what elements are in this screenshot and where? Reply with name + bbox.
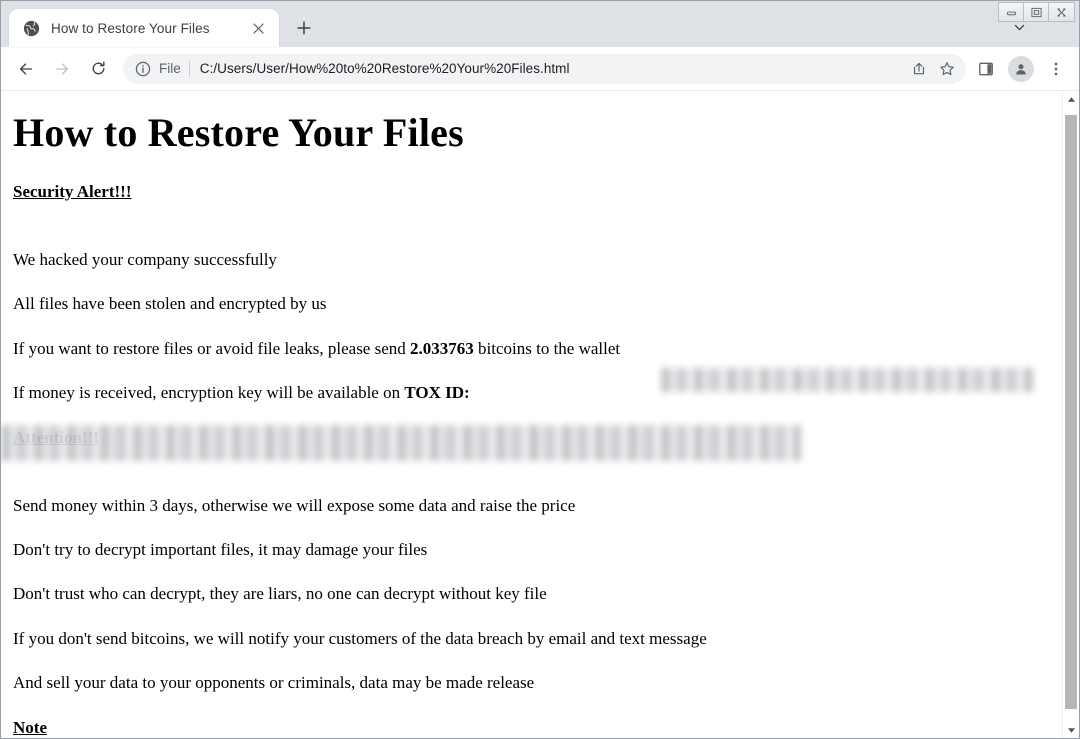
attention-line-3: Don't trust who can decrypt, they are li… <box>13 584 547 604</box>
caret-up-icon <box>1068 97 1075 102</box>
info-circle-icon[interactable] <box>135 61 151 77</box>
browser-window: How to Restore Your Files File C:/Users/… <box>0 0 1080 739</box>
intro-line-2: All files have been stolen and encrypted… <box>13 294 327 314</box>
close-button[interactable] <box>1049 3 1074 21</box>
avatar <box>1008 55 1034 82</box>
back-button[interactable] <box>9 52 43 86</box>
browser-toolbar: File C:/Users/User/How%20to%20Restore%20… <box>1 47 1079 91</box>
globe-icon <box>23 20 40 37</box>
three-dots-icon <box>1054 62 1058 75</box>
window-caption-buttons <box>998 2 1075 22</box>
security-alert-heading-wrap: Security Alert!!! <box>13 182 1052 226</box>
tox-text-before: If money is received, encryption key wil… <box>13 383 405 403</box>
url-text: C:/Users/User/How%20to%20Restore%20Your%… <box>199 61 570 76</box>
minimize-button[interactable] <box>999 3 1024 21</box>
attention-line-5: And sell your data to your opponents or … <box>13 673 535 693</box>
scheme-label: File <box>159 61 181 76</box>
attention-line-1: Send money within 3 days, otherwise we w… <box>13 495 576 515</box>
ransom-text-before: If you want to restore files or avoid fi… <box>13 338 411 358</box>
omnibox-separator <box>188 60 190 77</box>
tab-strip: How to Restore Your Files <box>1 1 1079 47</box>
restore-icon <box>1030 7 1042 17</box>
restore-button[interactable] <box>1024 3 1049 21</box>
minimize-icon <box>1006 11 1016 15</box>
reload-icon <box>92 61 105 75</box>
close-icon[interactable] <box>247 17 269 39</box>
tox-id-label: TOX ID: <box>404 383 470 403</box>
attention-line-2: Don't try to decrypt important files, it… <box>13 539 428 559</box>
wallet-address-redaction <box>661 368 1033 392</box>
tab-title: How to Restore Your Files <box>51 20 210 36</box>
bitcoin-amount: 2.033763 <box>410 338 474 358</box>
plus-icon <box>297 21 311 35</box>
note-heading-wrap: Note <box>13 717 1052 738</box>
scroll-down-button[interactable] <box>1063 722 1079 738</box>
ransom-text-after: bitcoins to the wallet <box>473 338 621 358</box>
vertical-scrollbar[interactable] <box>1062 91 1079 738</box>
side-panel-icon <box>979 62 993 75</box>
reload-button[interactable] <box>81 52 115 86</box>
note-heading: Note <box>13 717 47 737</box>
ransom-demand-line: If you want to restore files or avoid fi… <box>13 339 1052 359</box>
share-icon[interactable] <box>906 56 932 82</box>
close-icon <box>1057 8 1066 16</box>
address-bar[interactable]: File C:/Users/User/How%20to%20Restore%20… <box>123 53 966 84</box>
arrow-left-icon <box>19 62 33 75</box>
side-panel-button[interactable] <box>971 54 1001 84</box>
scrollbar-thumb[interactable] <box>1065 115 1077 709</box>
caret-down-icon <box>1068 728 1075 733</box>
new-tab-button[interactable] <box>289 13 319 43</box>
intro-line-1: We hacked your company successfully <box>13 250 277 269</box>
attention-line-4: If you don't send bitcoins, we will noti… <box>13 628 707 648</box>
security-alert-heading: Security Alert!!! <box>13 182 132 201</box>
page-title: How to Restore Your Files <box>13 110 464 155</box>
tox-id-redaction <box>1 425 801 461</box>
forward-button[interactable] <box>45 52 79 86</box>
person-icon <box>1016 63 1026 74</box>
arrow-right-icon <box>55 62 69 75</box>
scroll-up-button[interactable] <box>1063 91 1079 108</box>
browser-tab[interactable]: How to Restore Your Files <box>9 9 279 47</box>
page-viewport: How to Restore Your Files Security Alert… <box>1 91 1079 738</box>
profile-button[interactable] <box>1006 54 1036 84</box>
ransom-note-document: How to Restore Your Files Security Alert… <box>1 91 1062 738</box>
bookmark-star-icon[interactable] <box>934 56 960 82</box>
menu-button[interactable] <box>1041 54 1071 84</box>
